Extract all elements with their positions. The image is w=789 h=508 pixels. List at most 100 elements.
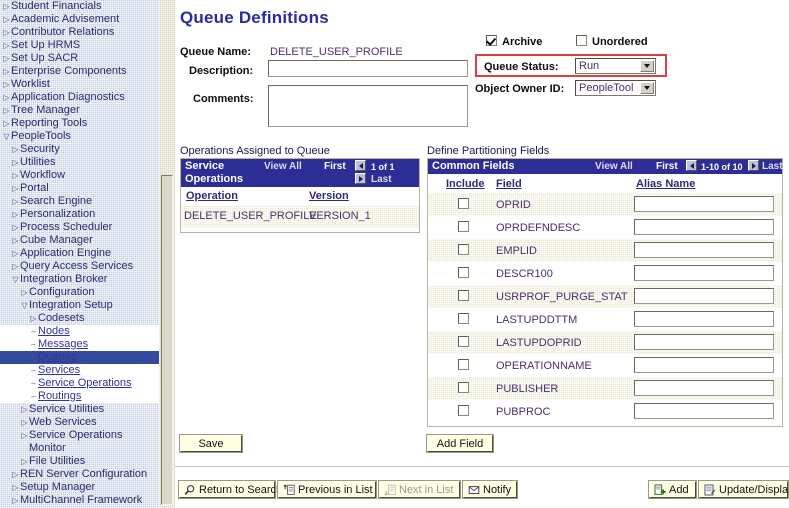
include-checkbox[interactable] xyxy=(458,198,469,209)
add-field-button[interactable]: Add Field xyxy=(426,434,494,453)
alias-name-input[interactable] xyxy=(634,265,774,281)
left-triangle-icon[interactable] xyxy=(355,160,366,171)
include-checkbox[interactable] xyxy=(458,221,469,232)
chevron-right-icon[interactable]: ▷ xyxy=(20,416,29,429)
chevron-right-icon[interactable]: ▷ xyxy=(11,195,20,208)
right-triangle-icon[interactable] xyxy=(355,173,366,184)
sidebar-item-portal[interactable]: ▷ Portal xyxy=(0,182,159,195)
comments-textarea[interactable] xyxy=(268,85,468,127)
chevron-right-icon[interactable]: ▷ xyxy=(2,0,11,13)
chevron-right-icon[interactable]: ▷ xyxy=(2,78,11,91)
chevron-right-icon[interactable]: ▷ xyxy=(11,156,20,169)
include-checkbox[interactable] xyxy=(458,267,469,278)
chevron-down-icon[interactable]: ▽ xyxy=(2,130,11,143)
sidebar-item-workflow[interactable]: ▷ Workflow xyxy=(0,169,159,182)
chevron-right-icon[interactable]: ▷ xyxy=(11,221,20,234)
chevron-down-icon[interactable] xyxy=(640,60,654,72)
queue-status-select[interactable]: Run xyxy=(575,58,656,74)
chevron-right-icon[interactable]: ▷ xyxy=(2,91,11,104)
chevron-right-icon[interactable]: ▷ xyxy=(2,52,11,65)
sidebar-item-contributor-relations[interactable]: ▷ Contributor Relations xyxy=(0,26,159,39)
include-checkbox[interactable] xyxy=(458,290,469,301)
sidebar-item-application-diagnostics[interactable]: ▷ Application Diagnostics xyxy=(0,91,159,104)
save-button[interactable]: Save xyxy=(179,434,243,453)
alias-name-input[interactable] xyxy=(634,403,774,419)
chevron-right-icon[interactable]: ▷ xyxy=(11,234,20,247)
chevron-right-icon[interactable]: ▷ xyxy=(11,208,20,221)
sidebar-item-codesets[interactable]: ▷ Codesets xyxy=(0,312,159,325)
partitioning-last-link[interactable]: Last xyxy=(762,161,783,172)
alias-name-input[interactable] xyxy=(634,196,774,212)
alias-name-input[interactable] xyxy=(634,288,774,304)
partitioning-view-all-link[interactable]: View All xyxy=(595,161,633,172)
sidebar-item-set-up-hrms[interactable]: ▷ Set Up HRMS xyxy=(0,39,159,52)
include-checkbox[interactable] xyxy=(458,382,469,393)
navigation-sidebar[interactable]: ▷ Student Financials ▷ Academic Advisement ▷… xyxy=(0,0,159,508)
sidebar-item-ren-server-configuration[interactable]: ▷ REN Server Configuration xyxy=(0,468,159,481)
sidebar-item-peopletools[interactable]: ▽ PeopleTools xyxy=(0,130,159,143)
partitioning-col-field[interactable]: Field xyxy=(496,178,522,190)
right-triangle-icon[interactable] xyxy=(748,160,759,171)
archive-checkbox[interactable] xyxy=(486,35,497,46)
chevron-right-icon[interactable]: ▷ xyxy=(2,65,11,78)
sidebar-item-security[interactable]: ▷ Security xyxy=(0,143,159,156)
sidebar-item-queues[interactable]: – Queues xyxy=(0,351,159,364)
unordered-checkbox[interactable] xyxy=(576,35,587,46)
sidebar-item-application-engine[interactable]: ▷ Application Engine xyxy=(0,247,159,260)
include-checkbox[interactable] xyxy=(458,313,469,324)
operations-first-link[interactable]: First xyxy=(324,161,346,172)
return-to-search-button[interactable]: Return to Search xyxy=(178,480,282,499)
sidebar-item-nodes[interactable]: – Nodes xyxy=(0,325,159,338)
alias-name-input[interactable] xyxy=(634,311,774,327)
operations-col-operation[interactable]: Operation xyxy=(186,190,238,202)
alias-name-input[interactable] xyxy=(634,357,774,373)
sidebar-scrollbar[interactable] xyxy=(159,0,175,508)
notify-button[interactable]: Notify xyxy=(462,480,518,499)
sidebar-item-student-financials[interactable]: ▷ Student Financials xyxy=(0,0,159,13)
chevron-down-icon[interactable]: ▽ xyxy=(11,273,20,286)
chevron-right-icon[interactable]: ▷ xyxy=(11,143,20,156)
previous-in-list-button[interactable]: Previous in List xyxy=(277,480,377,499)
sidebar-item-personalization[interactable]: ▷ Personalization xyxy=(0,208,159,221)
update-display-button[interactable]: Update/Display xyxy=(698,480,789,499)
sidebar-item-integration-broker[interactable]: ▽ Integration Broker xyxy=(0,273,159,286)
include-checkbox[interactable] xyxy=(458,244,469,255)
sidebar-item-academic-advisement[interactable]: ▷ Academic Advisement xyxy=(0,13,159,26)
sidebar-item-tree-manager[interactable]: ▷ Tree Manager xyxy=(0,104,159,117)
chevron-right-icon[interactable]: ▷ xyxy=(2,26,11,39)
sidebar-item-service-operations[interactable]: – Service Operations xyxy=(0,377,159,390)
sidebar-item-messages[interactable]: – Messages xyxy=(0,338,159,351)
sidebar-item-cube-manager[interactable]: ▷ Cube Manager xyxy=(0,234,159,247)
alias-name-input[interactable] xyxy=(634,334,774,350)
partitioning-first-link[interactable]: First xyxy=(656,161,678,172)
sidebar-item-set-up-sacr[interactable]: ▷ Set Up SACR xyxy=(0,52,159,65)
sidebar-item-setup-manager[interactable]: ▷ Setup Manager xyxy=(0,481,159,494)
chevron-right-icon[interactable]: ▷ xyxy=(20,429,29,442)
left-triangle-icon[interactable] xyxy=(686,160,697,171)
sidebar-item-enterprise-components[interactable]: ▷ Enterprise Components xyxy=(0,65,159,78)
chevron-right-icon[interactable]: ▷ xyxy=(11,468,20,481)
chevron-down-icon[interactable]: ▽ xyxy=(20,299,29,312)
operations-last-link[interactable]: Last xyxy=(371,174,392,185)
chevron-right-icon[interactable]: ▷ xyxy=(20,455,29,468)
chevron-right-icon[interactable]: ▷ xyxy=(11,481,20,494)
sidebar-item-process-scheduler[interactable]: ▷ Process Scheduler xyxy=(0,221,159,234)
sidebar-item-worklist[interactable]: ▷ Worklist xyxy=(0,78,159,91)
operations-col-version[interactable]: Version xyxy=(309,190,349,202)
sidebar-item-search-engine[interactable]: ▷ Search Engine xyxy=(0,195,159,208)
sidebar-item-reporting-tools[interactable]: ▷ Reporting Tools xyxy=(0,117,159,130)
alias-name-input[interactable] xyxy=(634,242,774,258)
sidebar-scrollbar-thumb[interactable] xyxy=(161,175,173,505)
sidebar-item-service-utilities[interactable]: ▷ Service Utilities xyxy=(0,403,159,416)
sidebar-item-web-services[interactable]: ▷ Web Services xyxy=(0,416,159,429)
operations-view-all-link[interactable]: View All xyxy=(264,161,302,172)
sidebar-item-query-access-services[interactable]: ▷ Query Access Services xyxy=(0,260,159,273)
sidebar-item-service-operations[interactable]: ▷ Service Operations xyxy=(0,429,159,442)
chevron-right-icon[interactable]: ▷ xyxy=(20,286,29,299)
include-checkbox[interactable] xyxy=(458,359,469,370)
sidebar-item-monitor[interactable]: Monitor xyxy=(0,442,159,455)
chevron-right-icon[interactable]: ▷ xyxy=(29,312,38,325)
chevron-right-icon[interactable]: ▷ xyxy=(11,182,20,195)
partitioning-col-alias[interactable]: Alias Name xyxy=(636,178,695,190)
include-checkbox[interactable] xyxy=(458,336,469,347)
